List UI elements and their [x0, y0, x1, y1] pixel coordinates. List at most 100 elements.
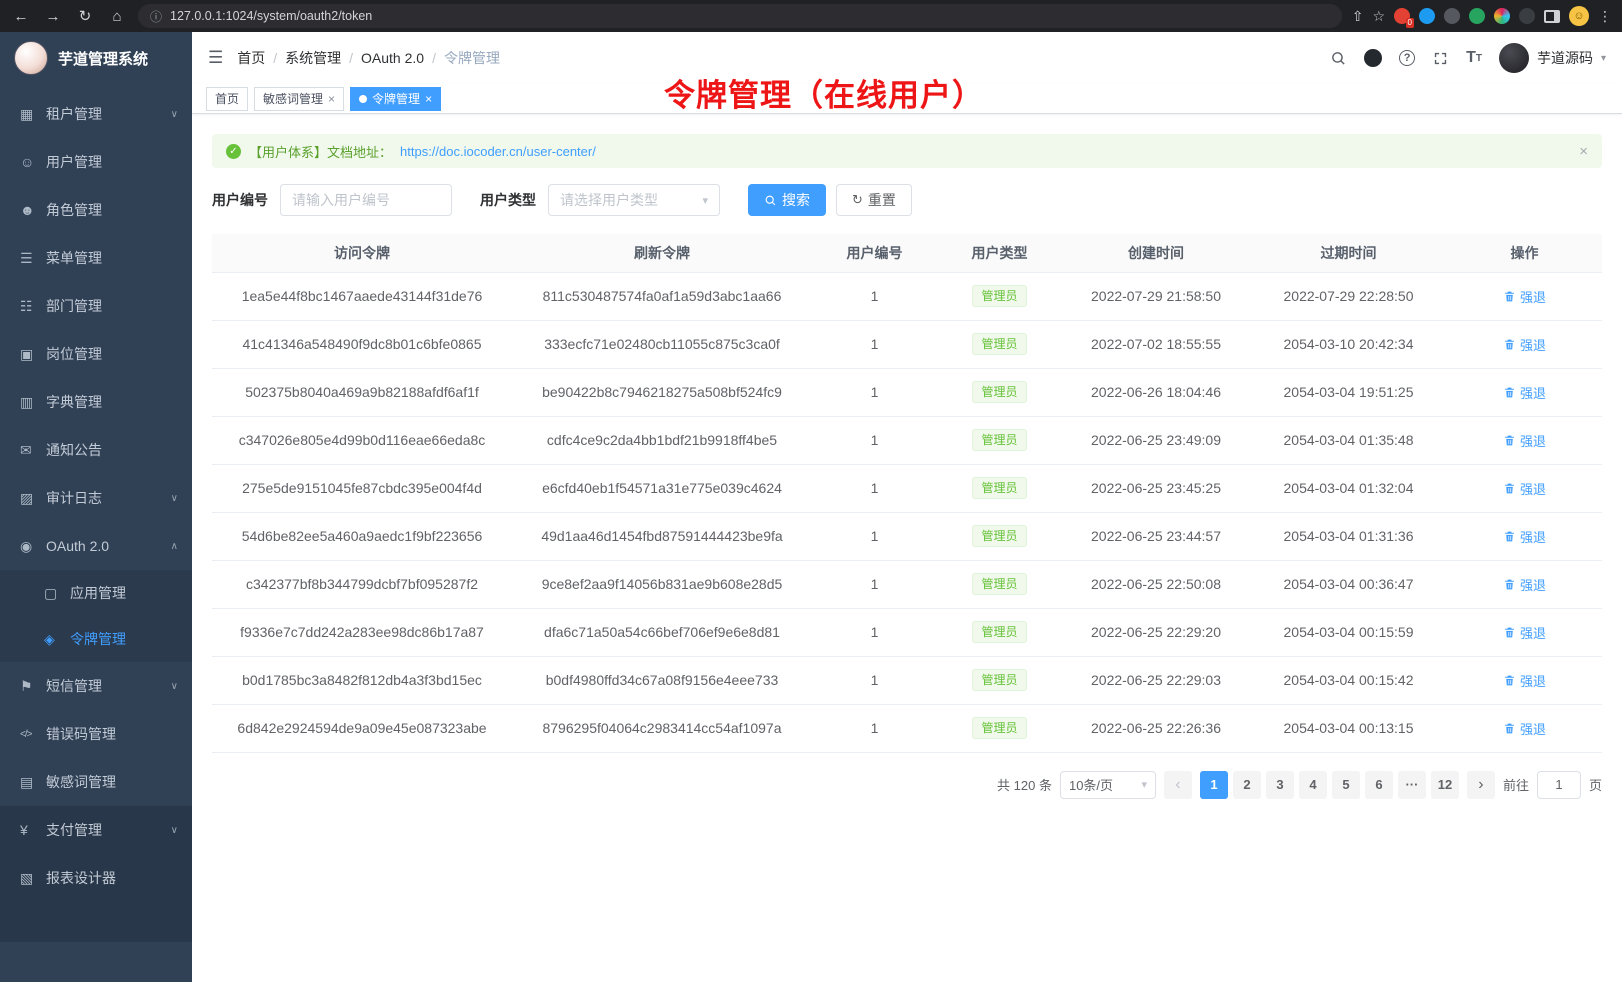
force-logout-button[interactable]: 强退	[1503, 719, 1546, 738]
browser-menu-icon[interactable]: ⋮	[1598, 8, 1612, 25]
token-icon: ◈	[44, 631, 70, 648]
sidebar-item-oauth2-app[interactable]: ▢ 应用管理	[0, 570, 192, 616]
force-logout-button[interactable]: 强退	[1503, 575, 1546, 594]
page-button-2[interactable]: 2	[1233, 771, 1261, 799]
share-icon[interactable]: ⇧	[1352, 8, 1364, 25]
sidebar-item-user[interactable]: ☺ 用户管理	[0, 138, 192, 186]
browser-profile-avatar[interactable]: ☺	[1569, 6, 1589, 26]
trash-icon	[1503, 434, 1516, 447]
page-size-select[interactable]: 10条/页 ▾	[1060, 771, 1156, 799]
sidebar-item-role[interactable]: ☻ 角色管理	[0, 186, 192, 234]
page-content: ✓ 【用户体系】文档地址： https://doc.iocoder.cn/use…	[192, 114, 1622, 982]
sidebar-item-tenant[interactable]: ▦ 租户管理 ∨	[0, 90, 192, 138]
side-panel-icon[interactable]	[1544, 10, 1560, 23]
force-logout-button[interactable]: 强退	[1503, 287, 1546, 306]
tab-sensitive-word[interactable]: 敏感词管理 ×	[254, 87, 344, 111]
breadcrumb-home[interactable]: 首页	[237, 48, 265, 68]
col-action: 操作	[1447, 234, 1602, 272]
breadcrumb-oauth2[interactable]: OAuth 2.0	[361, 50, 424, 66]
page-button-6[interactable]: 6	[1365, 771, 1393, 799]
caret-down-icon: ▾	[1601, 53, 1606, 64]
sidebar-item-dept[interactable]: ☷ 部门管理	[0, 282, 192, 330]
fullscreen-icon[interactable]	[1432, 50, 1449, 67]
browser-forward-icon[interactable]: →	[42, 8, 64, 25]
sidebar-item-pay[interactable]: ¥ 支付管理 ∨	[0, 806, 192, 854]
navbar-actions: ? TT 芋道源码 ▾	[1330, 43, 1606, 73]
github-icon[interactable]	[1364, 49, 1382, 67]
page-button-3[interactable]: 3	[1266, 771, 1294, 799]
app-logo[interactable]: 芋道管理系统	[0, 32, 192, 84]
search-icon	[764, 194, 777, 207]
trash-icon	[1503, 578, 1516, 591]
sidebar: 芋道管理系统 ▦ 租户管理 ∨ ☺ 用户管理 ☻ 角色管理 ☰ 菜单管理 ☷	[0, 32, 192, 982]
sidebar-item-menu[interactable]: ☰ 菜单管理	[0, 234, 192, 282]
page-ellipsis-button[interactable]: ···	[1398, 771, 1426, 799]
user-id-input[interactable]	[280, 184, 452, 216]
reset-button[interactable]: ↻ 重置	[836, 184, 912, 216]
extension-gray-icon[interactable]	[1519, 8, 1535, 24]
force-logout-button[interactable]: 强退	[1503, 671, 1546, 690]
sidebar-item-audit-log[interactable]: ▨ 审计日志 ∨	[0, 474, 192, 522]
username: 芋道源码	[1537, 48, 1593, 68]
sidebar-item-dict[interactable]: ▥ 字典管理	[0, 378, 192, 426]
sidebar-item-notice[interactable]: ✉ 通知公告	[0, 426, 192, 474]
search-icon[interactable]	[1330, 50, 1347, 67]
user-menu[interactable]: 芋道源码 ▾	[1499, 43, 1606, 73]
sidebar-item-oauth2[interactable]: ◉ OAuth 2.0 ∧	[0, 522, 192, 570]
extension-red-icon[interactable]: 0	[1394, 8, 1410, 24]
help-icon[interactable]: ?	[1399, 50, 1415, 66]
alert-close-icon[interactable]: ×	[1579, 143, 1588, 160]
pagination: 共 120 条 10条/页 ▾ ‹ 1 2 3 4 5 6 ··· 12 › 前	[212, 771, 1602, 799]
page-button-4[interactable]: 4	[1299, 771, 1327, 799]
extension-green-icon[interactable]	[1469, 8, 1485, 24]
force-logout-button[interactable]: 强退	[1503, 383, 1546, 402]
browser-home-icon[interactable]: ⌂	[106, 8, 128, 25]
force-logout-button[interactable]: 强退	[1503, 431, 1546, 450]
tab-home[interactable]: 首页	[206, 87, 248, 111]
url-bar[interactable]: ⓘ 127.0.0.1:1024/system/oauth2/token	[138, 4, 1342, 28]
sidebar-item-sensitive-word[interactable]: ▤ 敏感词管理	[0, 758, 192, 806]
col-created: 创建时间	[1062, 234, 1250, 272]
force-logout-button[interactable]: 强退	[1503, 479, 1546, 498]
force-logout-button[interactable]: 强退	[1503, 527, 1546, 546]
table-row: 6d842e2924594de9a09e45e087323abe 8796295…	[212, 704, 1602, 752]
page-button-12[interactable]: 12	[1431, 771, 1459, 799]
goto-page-input[interactable]	[1537, 771, 1581, 799]
page-button-5[interactable]: 5	[1332, 771, 1360, 799]
breadcrumb-system[interactable]: 系统管理	[285, 48, 341, 68]
close-icon[interactable]: ×	[425, 92, 432, 106]
prev-page-button[interactable]: ‹	[1164, 771, 1192, 799]
col-access-token: 访问令牌	[212, 234, 512, 272]
sidebar-item-oauth2-token[interactable]: ◈ 令牌管理	[0, 616, 192, 662]
bookmark-star-icon[interactable]: ☆	[1372, 8, 1385, 25]
trash-icon	[1503, 290, 1516, 303]
trash-icon	[1503, 386, 1516, 399]
sidebar-item-error-code[interactable]: </> 错误码管理	[0, 710, 192, 758]
page-button-1[interactable]: 1	[1200, 771, 1228, 799]
browser-reload-icon[interactable]: ↻	[74, 7, 96, 25]
browser-toolbar: ← → ↻ ⌂ ⓘ 127.0.0.1:1024/system/oauth2/t…	[0, 0, 1622, 32]
tab-token[interactable]: 令牌管理 ×	[350, 87, 441, 111]
browser-back-icon[interactable]: ←	[10, 8, 32, 25]
breadcrumb: 首页 / 系统管理 / OAuth 2.0 / 令牌管理	[237, 48, 500, 68]
search-button[interactable]: 搜索	[748, 184, 826, 216]
extension-blue-icon[interactable]	[1419, 8, 1435, 24]
close-icon[interactable]: ×	[328, 92, 335, 106]
extension-dark-icon[interactable]	[1444, 8, 1460, 24]
font-size-icon[interactable]: TT	[1466, 49, 1482, 67]
force-logout-button[interactable]: 强退	[1503, 623, 1546, 642]
page-info-icon[interactable]: ⓘ	[150, 8, 162, 25]
sidebar-item-report-designer[interactable]: ▧ 报表设计器	[0, 854, 192, 902]
trash-icon	[1503, 482, 1516, 495]
sidebar-toggle-icon[interactable]: ☰	[208, 48, 223, 68]
sidebar-item-post[interactable]: ▣ 岗位管理	[0, 330, 192, 378]
doc-alert-link[interactable]: https://doc.iocoder.cn/user-center/	[400, 144, 596, 159]
user-type-tag: 管理员	[972, 573, 1026, 595]
table-row: 54d6be82ee5a460a9aedc1f9bf223656 49d1aa4…	[212, 512, 1602, 560]
user-type-select[interactable]: 请选择用户类型 ▾	[548, 184, 720, 216]
force-logout-button[interactable]: 强退	[1503, 335, 1546, 354]
sidebar-item-sms[interactable]: ⚑ 短信管理 ∨	[0, 662, 192, 710]
total-count-label: 共 120 条	[997, 775, 1052, 794]
next-page-button[interactable]: ›	[1467, 771, 1495, 799]
extension-colorful-icon[interactable]	[1494, 8, 1510, 24]
